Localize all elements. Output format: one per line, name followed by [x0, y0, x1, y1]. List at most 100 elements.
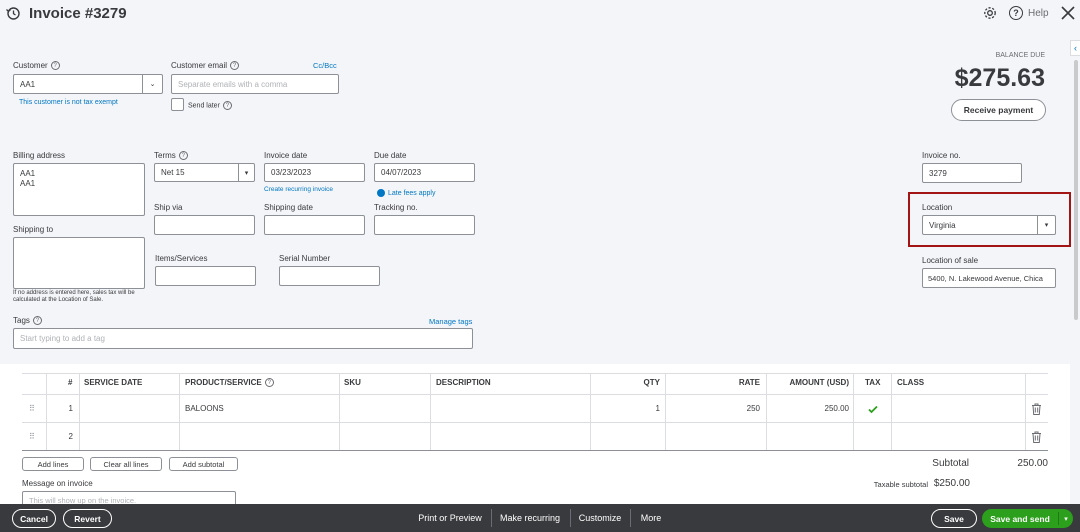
tracking-no-field[interactable]	[374, 215, 475, 235]
make-recurring-button[interactable]: Make recurring	[496, 509, 564, 527]
help-label: Help	[1028, 7, 1049, 19]
side-panel-toggle[interactable]: ‹	[1070, 40, 1080, 56]
close-icon[interactable]	[1060, 5, 1076, 21]
ship-via-label: Ship via	[154, 203, 183, 212]
customer-email-field[interactable]: Separate emails with a comma	[171, 74, 339, 94]
col-header-amount: AMOUNT (USD)	[789, 378, 849, 387]
drag-handle-icon[interactable]: ⠿	[29, 432, 35, 441]
create-recurring-link[interactable]: Create recurring invoice	[264, 186, 333, 193]
shipping-date-field[interactable]	[264, 215, 365, 235]
help-icon[interactable]: ?	[50, 61, 60, 71]
manage-tags-link[interactable]: Manage tags	[429, 317, 472, 326]
revert-button[interactable]: Revert	[63, 509, 112, 528]
page-title: Invoice #3279	[29, 5, 127, 22]
trash-icon[interactable]	[1031, 402, 1042, 415]
cancel-button[interactable]: Cancel	[12, 509, 56, 528]
row-1-product[interactable]: BALOONS	[185, 404, 224, 413]
location-label: Location	[922, 203, 953, 212]
customer-select[interactable]: AA1 ⌄	[13, 74, 163, 94]
late-fees-link[interactable]: Late fees apply	[377, 189, 435, 197]
save-button[interactable]: Save	[931, 509, 977, 528]
help-icon[interactable]: ?	[264, 378, 274, 388]
col-header-num: #	[68, 378, 73, 387]
tags-input[interactable]: Start typing to add a tag	[13, 328, 473, 349]
info-dot-icon	[377, 189, 385, 197]
add-subtotal-button[interactable]: Add subtotal	[169, 457, 238, 471]
row-1-num: 1	[68, 404, 73, 413]
billing-address-field[interactable]: AA1 AA1	[13, 163, 145, 216]
subtotal-label: Subtotal	[932, 458, 969, 469]
col-header-description: DESCRIPTION	[436, 378, 491, 387]
print-preview-button[interactable]: Print or Preview	[414, 509, 486, 527]
customize-button[interactable]: Customize	[576, 509, 624, 527]
help-button[interactable]: ? Help	[1009, 5, 1049, 21]
serial-number-label: Serial Number	[279, 254, 331, 263]
caret-down-icon: ▾	[1037, 216, 1055, 234]
balance-due-label: BALANCE DUE	[995, 52, 1045, 59]
question-circle-icon: ?	[1009, 6, 1023, 20]
items-services-field[interactable]	[155, 266, 256, 286]
invoice-date-field[interactable]: 03/23/2023	[264, 163, 365, 182]
billing-line-1: AA1	[20, 169, 36, 178]
terms-label: Terms?	[154, 151, 188, 161]
save-and-send-label: Save and send	[990, 513, 1050, 524]
help-icon[interactable]: ?	[178, 151, 188, 161]
drag-handle-icon[interactable]: ⠿	[29, 404, 35, 413]
chevron-down-icon: ⌄	[142, 75, 162, 93]
gear-icon[interactable]	[982, 5, 998, 21]
customer-label: Customer?	[13, 61, 60, 71]
send-later-label: Send later?	[188, 101, 232, 110]
col-header-sku: SKU	[344, 378, 361, 387]
col-header-rate: RATE	[738, 378, 760, 387]
col-header-tax: TAX	[865, 378, 881, 387]
history-icon[interactable]	[5, 5, 21, 21]
invoice-no-field[interactable]: 3279	[922, 163, 1022, 183]
location-select[interactable]: Virginia ▾	[922, 215, 1056, 235]
col-header-qty: QTY	[643, 378, 660, 387]
tax-check-icon[interactable]	[867, 402, 879, 414]
caret-down-icon: ▾	[238, 164, 254, 181]
receive-payment-button[interactable]: Receive payment	[951, 99, 1046, 121]
col-header-class: CLASS	[897, 378, 925, 387]
help-icon[interactable]: ?	[32, 316, 42, 326]
ship-via-field[interactable]	[154, 215, 255, 235]
due-date-field[interactable]: 04/07/2023	[374, 163, 475, 182]
shipping-note: If no address is entered here, sales tax…	[13, 290, 135, 303]
shipping-address-field[interactable]	[13, 237, 145, 289]
balance-due-amount: $275.63	[954, 64, 1045, 92]
location-of-sale-field[interactable]: 5400, N. Lakewood Avenue, Chica	[922, 268, 1056, 288]
shipping-date-label: Shipping date	[264, 203, 313, 212]
save-and-send-button[interactable]: Save and send ▾	[982, 509, 1073, 528]
row-1-rate[interactable]: 250	[700, 404, 760, 413]
billing-address-label: Billing address	[13, 151, 66, 160]
cc-bcc-link[interactable]: Cc/Bcc	[313, 61, 337, 70]
billing-line-2: AA1	[20, 179, 36, 188]
message-label: Message on invoice	[22, 479, 93, 488]
subtotal-value: 250.00	[1017, 458, 1048, 469]
serial-number-field[interactable]	[279, 266, 380, 286]
taxable-subtotal-label: Taxable subtotal	[873, 480, 928, 489]
page-scrollbar[interactable]	[1074, 60, 1078, 320]
invoice-date-label: Invoice date	[264, 151, 308, 160]
shipping-to-label: Shipping to	[13, 225, 54, 234]
caret-down-icon[interactable]: ▾	[1059, 515, 1073, 523]
trash-icon[interactable]	[1031, 430, 1042, 443]
tax-exempt-note: This customer is not tax exempt	[19, 99, 118, 106]
invoice-no-label: Invoice no.	[922, 151, 961, 160]
col-header-product: PRODUCT/SERVICE?	[185, 378, 274, 388]
clear-all-lines-button[interactable]: Clear all lines	[90, 457, 162, 471]
location-of-sale-label: Location of sale	[922, 256, 979, 265]
help-icon[interactable]: ?	[230, 61, 240, 71]
tracking-no-label: Tracking no.	[374, 203, 418, 212]
due-date-label: Due date	[374, 151, 407, 160]
row-1-qty[interactable]: 1	[600, 404, 660, 413]
send-later-checkbox[interactable]	[171, 98, 184, 111]
help-icon[interactable]: ?	[222, 101, 232, 110]
tags-label: Tags?	[13, 316, 42, 326]
taxable-subtotal-value: $250.00	[933, 478, 970, 489]
customer-email-label: Customer email?	[171, 61, 240, 71]
add-lines-button[interactable]: Add lines	[22, 457, 84, 471]
terms-select[interactable]: Net 15 ▾	[154, 163, 255, 182]
more-button[interactable]: More	[636, 509, 666, 527]
row-1-amount[interactable]: 250.00	[770, 404, 849, 413]
